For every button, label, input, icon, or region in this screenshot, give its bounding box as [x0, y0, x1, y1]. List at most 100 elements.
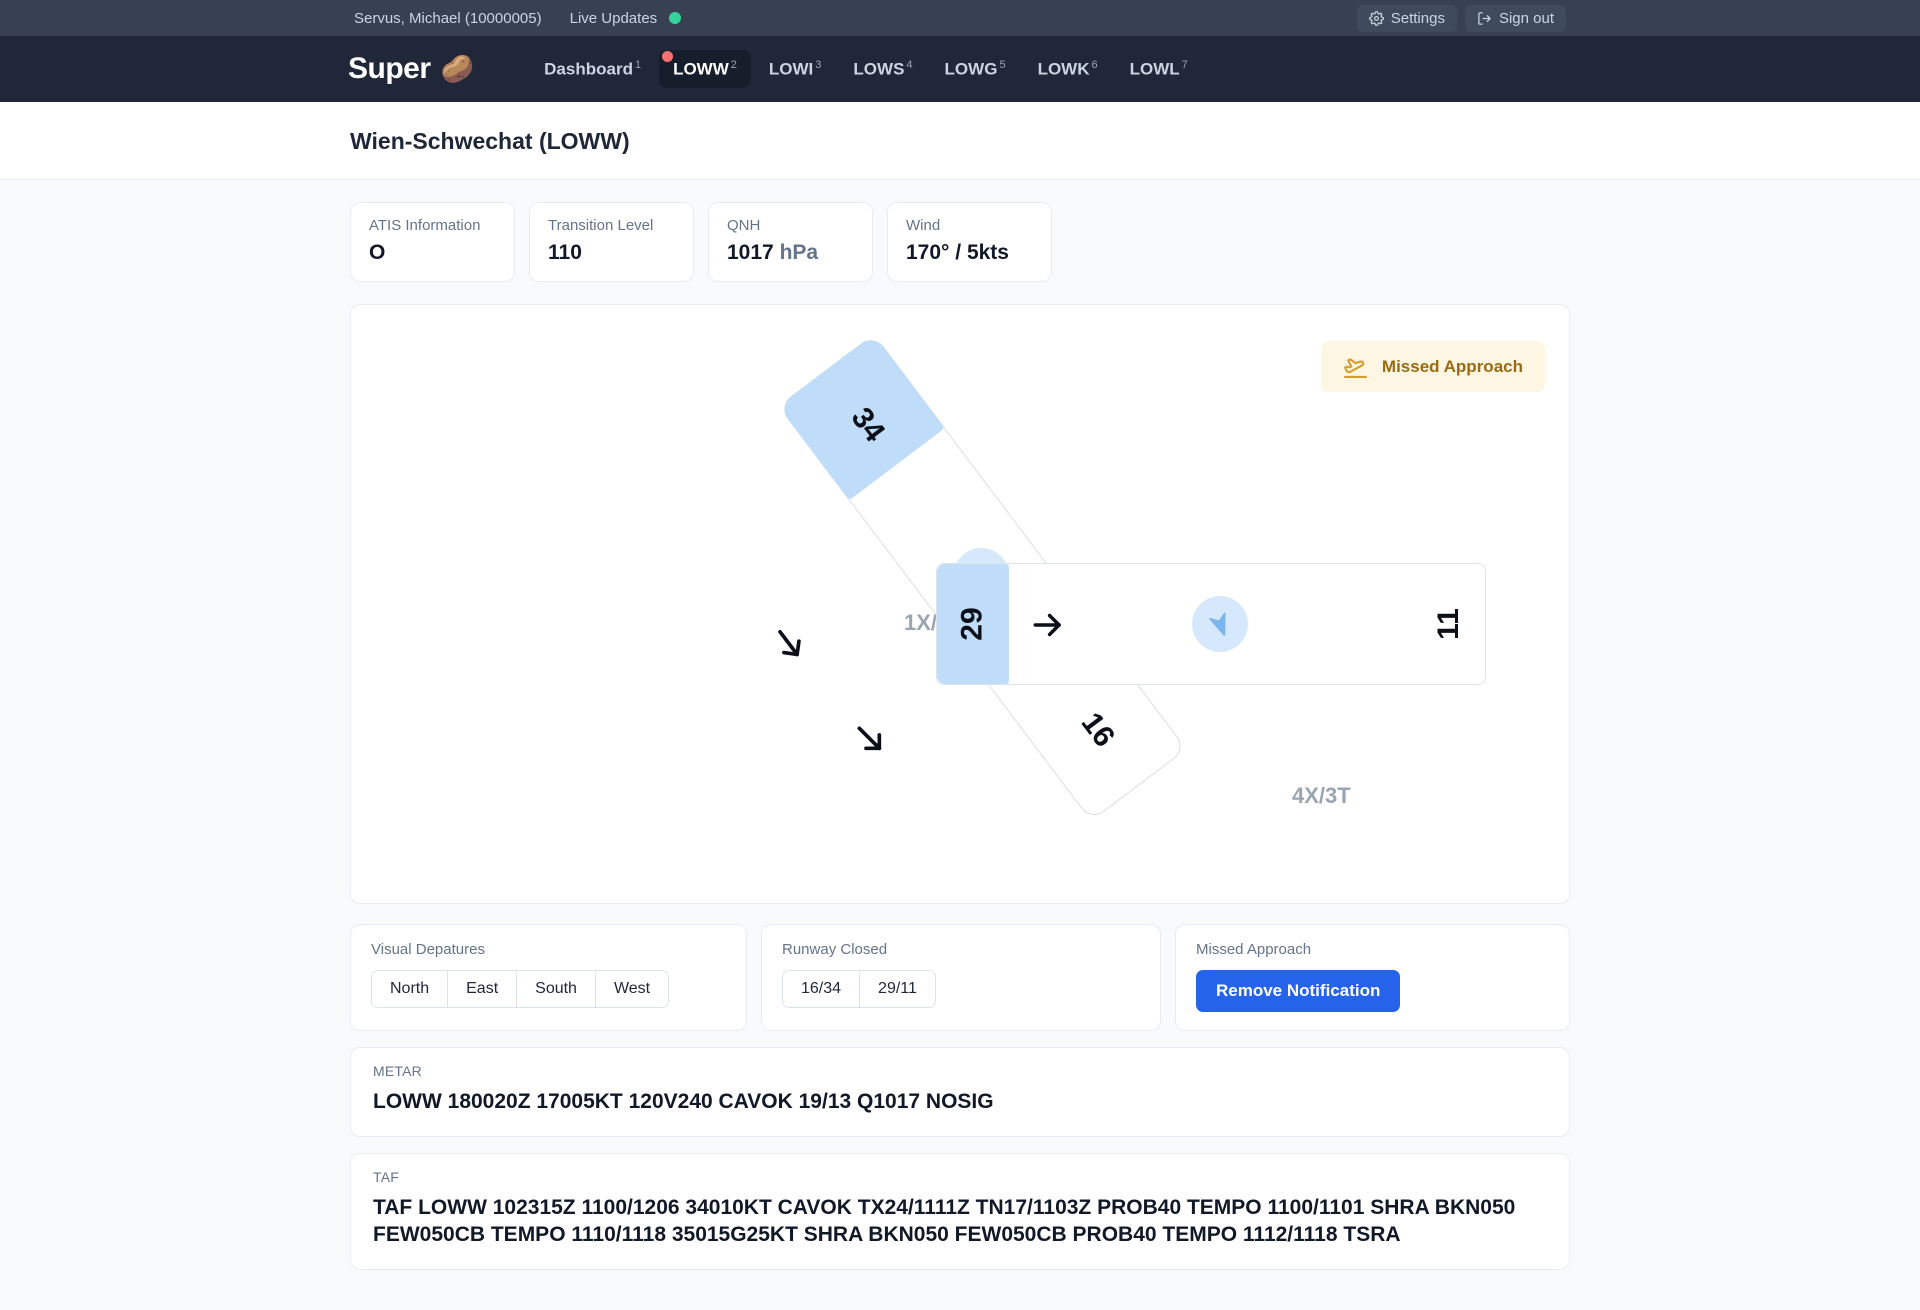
- visual-departure-north-button[interactable]: North: [372, 971, 449, 1007]
- plane-takeoff-icon: [1343, 354, 1368, 379]
- nav-item-lowl[interactable]: LOWL 7: [1116, 50, 1202, 89]
- visual-departure-west-button[interactable]: West: [595, 971, 669, 1007]
- info-card-value-text: 110: [548, 241, 582, 264]
- top-utility-bar: Servus, Michael (10000005) Live Updates …: [0, 0, 1920, 36]
- runway-11-29[interactable]: 29 11: [936, 563, 1486, 685]
- missed-approach-card: Missed Approach Remove Notification: [1175, 924, 1570, 1031]
- info-card-label: Transition Level: [548, 217, 654, 234]
- nav-item-label: Dashboard: [544, 59, 633, 79]
- runway-designator-11: 11: [1413, 564, 1485, 684]
- main-content: ATIS Information O Transition Level 110 …: [0, 180, 1920, 1310]
- departure-arrow-icon: [851, 720, 891, 760]
- sign-out-button[interactable]: Sign out: [1464, 4, 1566, 32]
- info-card-value: 110: [548, 241, 675, 265]
- taf-text: TAF LOWW 102315Z 1100/1206 34010KT CAVOK…: [373, 1195, 1516, 1247]
- brand-logo[interactable]: Super 🥔: [348, 52, 474, 86]
- info-card-wind: Wind 170° / 5kts: [887, 202, 1052, 282]
- nav-item-label: LOWW: [673, 59, 729, 79]
- nav-item-loww[interactable]: LOWW 2: [659, 49, 751, 89]
- brand-name: Super: [348, 52, 431, 85]
- nav-item-lowk[interactable]: LOWK 6: [1024, 50, 1112, 89]
- nav-item-shortcut: 4: [906, 58, 913, 71]
- live-updates-label: Live Updates: [569, 9, 658, 27]
- info-card-value: 1017 hPa: [727, 241, 854, 265]
- missed-approach-badge[interactable]: Missed Approach: [1320, 341, 1545, 392]
- runway-designator-11-text: 11: [1432, 608, 1465, 640]
- info-card-value-text: 1017: [727, 241, 774, 264]
- nav-item-lowg[interactable]: LOWG 5: [931, 50, 1020, 89]
- airport-info-cards: ATIS Information O Transition Level 110 …: [350, 180, 1570, 282]
- info-card-value: O: [369, 241, 496, 265]
- controls-row: Visual Depatures North East South West R…: [350, 924, 1570, 1031]
- potato-icon: 🥔: [440, 53, 475, 84]
- nav-item-lows[interactable]: LOWS 4: [839, 50, 926, 89]
- info-card-label: ATIS Information: [369, 217, 481, 234]
- runway-diagram: Missed Approach 1X/5T 1X/5H 4X/3T 4X/3H: [350, 304, 1570, 904]
- main-navbar-inner: Super 🥔 Dashboard 1 LOWW 2 LOWI 3 LOWS 4 LOW…: [0, 49, 1920, 89]
- metar-text: LOWW 180020Z 17005KT 120V240 CAVOK 19/13…: [373, 1090, 994, 1113]
- visual-departures-label: Visual Depatures: [371, 941, 485, 958]
- settings-button[interactable]: Settings: [1356, 4, 1457, 32]
- remove-notification-button[interactable]: Remove Notification: [1196, 970, 1401, 1012]
- top-utility-right: Settings Sign out: [1356, 4, 1566, 32]
- nav-item-shortcut: 2: [730, 58, 737, 71]
- nav-item-shortcut: 6: [1091, 58, 1098, 71]
- info-card-value-text: O: [369, 241, 386, 264]
- settings-button-label: Settings: [1390, 9, 1445, 27]
- runway-closed-card: Runway Closed 16/34 29/11: [761, 924, 1161, 1031]
- runway-config-label-29: 4X/3T: [1292, 783, 1351, 808]
- nav-item-label: LOWS: [853, 59, 905, 79]
- runway-direction-arrow-icon: [1029, 606, 1067, 644]
- main-navbar: Super 🥔 Dashboard 1 LOWW 2 LOWI 3 LOWS 4 LOW…: [0, 36, 1920, 102]
- info-card-value: 170° / 5kts: [906, 241, 1033, 265]
- info-card-qnh: QNH 1017 hPa: [708, 202, 873, 282]
- visual-departure-south-button[interactable]: South: [517, 971, 596, 1007]
- live-status-dot-icon: [669, 12, 682, 24]
- wind-indicator-11-29: [1192, 596, 1248, 652]
- nav-item-shortcut: 1: [634, 58, 642, 71]
- current-user-label: Servus, Michael (10000005): [354, 9, 542, 27]
- info-card-atis: ATIS Information O: [350, 202, 515, 282]
- metar-label: METAR: [373, 1063, 422, 1079]
- nav-notification-dot-icon: [662, 50, 674, 62]
- runway-designator-29-text: 29: [956, 607, 989, 641]
- info-card-unit: hPa: [779, 241, 819, 264]
- info-card-value-text: 170° / 5kts: [906, 241, 1009, 264]
- runway-closed-label: Runway Closed: [782, 941, 888, 958]
- nav-item-shortcut: 7: [1181, 58, 1188, 71]
- nav-item-label: LOWI: [768, 59, 814, 79]
- sign-out-button-label: Sign out: [1498, 9, 1554, 27]
- nav-item-shortcut: 3: [815, 58, 822, 71]
- info-card-label: Wind: [906, 217, 941, 234]
- runway-closed-29-11-button[interactable]: 29/11: [860, 971, 935, 1007]
- page-title-bar: Wien-Schwechat (LOWW): [0, 102, 1920, 180]
- live-updates-indicator: Live Updates: [570, 10, 682, 27]
- gear-icon: [1368, 10, 1384, 26]
- nav-item-label: LOWK: [1037, 59, 1090, 79]
- nav-item-shortcut: 5: [999, 58, 1006, 71]
- sign-out-icon: [1477, 11, 1492, 26]
- visual-departure-east-button[interactable]: East: [448, 971, 518, 1007]
- nav-item-lowi[interactable]: LOWI 3: [755, 50, 836, 89]
- info-card-label: QNH: [727, 217, 761, 234]
- top-utility-bar-inner: Servus, Michael (10000005) Live Updates …: [24, 4, 1896, 32]
- info-card-transition-level: Transition Level 110: [529, 202, 694, 282]
- visual-departures-segmented-control: North East South West: [371, 970, 670, 1008]
- metar-card: METAR LOWW 180020Z 17005KT 120V240 CAVOK…: [350, 1047, 1570, 1137]
- nav-item-list: Dashboard 1 LOWW 2 LOWI 3 LOWS 4 LOWG 5 LOWK 6…: [530, 49, 1202, 89]
- nav-item-dashboard[interactable]: Dashboard 1: [530, 50, 655, 89]
- nav-item-label: LOWG: [944, 59, 998, 79]
- visual-departures-card: Visual Depatures North East South West: [350, 924, 747, 1031]
- top-utility-left: Servus, Michael (10000005) Live Updates: [354, 9, 682, 27]
- content-container: ATIS Information O Transition Level 110 …: [350, 180, 1570, 1271]
- approach-arrow-icon: [770, 625, 810, 665]
- missed-approach-label: Missed Approach: [1196, 941, 1312, 958]
- nav-item-label: LOWL: [1129, 59, 1180, 79]
- runway-closed-segmented-control: 16/34 29/11: [782, 970, 936, 1008]
- missed-approach-badge-label: Missed Approach: [1381, 356, 1523, 376]
- runway-closed-16-34-button[interactable]: 16/34: [783, 971, 861, 1007]
- taf-label: TAF: [373, 1168, 400, 1185]
- runway-designator-29: 29: [937, 564, 1009, 684]
- taf-card: TAF TAF LOWW 102315Z 1100/1206 34010KT C…: [350, 1152, 1570, 1271]
- page-title: Wien-Schwechat (LOWW): [350, 128, 630, 154]
